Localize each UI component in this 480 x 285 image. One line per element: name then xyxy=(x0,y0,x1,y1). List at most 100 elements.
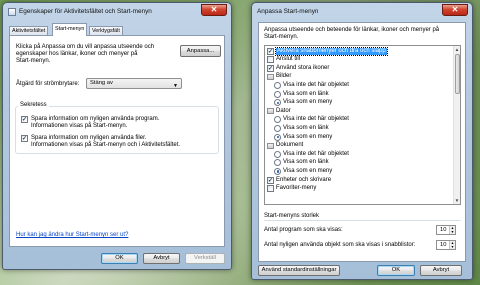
option-radio[interactable] xyxy=(274,124,281,132)
recent-items-label: Antal nyligen använda objekt som ska vis… xyxy=(264,242,416,248)
folder-icon xyxy=(267,73,274,80)
option-row: Bilder xyxy=(265,73,455,81)
option-label: Visa som en meny xyxy=(283,167,333,174)
window-title: Egenskaper för Aktivitetsfältet och Star… xyxy=(19,8,152,15)
intro-line-2: egenskaper hos länkar, ikoner och menyer… xyxy=(16,51,138,57)
size-group-divider xyxy=(264,220,461,221)
tab-taskbar[interactable]: Aktivitetsfältet xyxy=(9,26,49,35)
option-checkbox[interactable] xyxy=(267,56,274,64)
store-recent-files-line-2: Informationen visas på Start-menyn och i… xyxy=(31,142,181,148)
size-group-label: Start-menyns storlek xyxy=(264,213,320,219)
option-label: Visa som en meny xyxy=(283,133,333,140)
recent-programs-label: Antal program som ska visas: xyxy=(264,227,343,233)
option-label: Visa som en länk xyxy=(283,90,329,97)
option-row[interactable]: Visa som en meny xyxy=(265,99,455,107)
store-recent-programs-line-1: Spara information om nyligen använda pro… xyxy=(31,116,160,122)
store-recent-programs-line-2: Informationen visas på Start-menyn. xyxy=(31,123,128,129)
ok-button[interactable]: OK xyxy=(377,265,415,276)
close-button[interactable]: ✕ xyxy=(442,4,468,16)
option-row[interactable]: Favoriter-meny xyxy=(265,185,455,193)
title-bar[interactable]: Egenskaper för Aktivitetsfältet och Star… xyxy=(3,3,231,21)
start-menu-options-list[interactable]: ✓ Aktivera snabbmenyer och dra och släpp A… xyxy=(264,45,461,205)
option-row[interactable]: Visa som en länk xyxy=(265,90,455,98)
option-row[interactable]: Anslut till xyxy=(265,56,455,64)
title-bar[interactable]: Anpassa Start-menyn ✕ xyxy=(252,3,472,21)
taskbar-properties-window: Egenskaper för Aktivitetsfältet och Star… xyxy=(2,2,232,270)
folder-icon xyxy=(267,142,274,149)
option-label: Visa inte det här objektet xyxy=(283,116,349,123)
start-menu-tab-panel: Klicka på Anpassa om du vill anpassa uts… xyxy=(9,35,225,247)
power-button-label: Åtgärd för strömbrytare: xyxy=(16,81,80,87)
option-label: Bilder xyxy=(276,73,292,80)
cancel-button[interactable]: Avbryt xyxy=(143,253,180,264)
scroll-thumb[interactable] xyxy=(454,54,460,94)
recent-programs-spinner[interactable]: 10 ▲ ▼ xyxy=(436,225,456,235)
option-radio[interactable] xyxy=(274,99,281,107)
option-row[interactable]: Visa inte det här objektet xyxy=(265,81,455,89)
store-recent-files-line-1: Spara information om nyligen använda fil… xyxy=(31,135,147,141)
option-label: Favoriter-meny xyxy=(276,185,317,192)
spinner-arrows-icon[interactable]: ▲ ▼ xyxy=(449,226,455,234)
option-row[interactable]: Visa inte det här objektet xyxy=(265,150,455,158)
scroll-up-icon[interactable]: ▲ xyxy=(454,46,460,53)
window-title: Anpassa Start-menyn xyxy=(257,8,319,15)
apply-button[interactable]: Verkställ xyxy=(185,253,225,264)
option-radio[interactable] xyxy=(274,150,281,158)
spinner-arrows-icon[interactable]: ▲ ▼ xyxy=(449,241,455,249)
option-radio[interactable] xyxy=(274,90,281,98)
customize-start-menu-window: Anpassa Start-menyn ✕ Anpassa utseende o… xyxy=(251,2,473,280)
close-button[interactable]: ✕ xyxy=(201,4,227,16)
store-recent-programs-checkbox[interactable]: ✓ xyxy=(21,116,28,123)
option-row[interactable]: Visa som en länk xyxy=(265,124,455,132)
intro-line-1: Klicka på Anpassa om du vill anpassa uts… xyxy=(16,44,155,50)
option-row[interactable]: Visa som en meny xyxy=(265,167,455,175)
option-checkbox[interactable]: ✓ xyxy=(267,47,274,55)
option-row[interactable]: Visa som en meny xyxy=(265,133,455,141)
option-row[interactable]: Visa inte det här objektet xyxy=(265,116,455,124)
tab-toolbars[interactable]: Verktygsfält xyxy=(89,26,123,35)
option-radio[interactable] xyxy=(274,167,281,175)
cancel-button[interactable]: Avbryt xyxy=(420,265,462,276)
option-row[interactable]: ✓ Använd stora ikoner xyxy=(265,64,455,72)
option-label: Anslut till xyxy=(276,56,301,63)
option-label: Visa som en länk xyxy=(283,124,329,131)
option-label: Dator xyxy=(276,107,291,114)
list-scrollbar[interactable]: ▲ ▼ xyxy=(453,46,460,204)
option-label: Visa inte det här objektet xyxy=(283,81,349,88)
recent-programs-value: 10 xyxy=(440,227,447,233)
option-row[interactable]: Visa som en länk xyxy=(265,159,455,167)
option-checkbox[interactable]: ✓ xyxy=(267,176,274,184)
window-icon xyxy=(8,8,16,16)
scroll-down-icon[interactable]: ▼ xyxy=(454,197,460,204)
use-default-settings-button[interactable]: Använd standardinställningar xyxy=(258,265,340,276)
recent-items-spinner[interactable]: 10 ▲ ▼ xyxy=(436,240,456,250)
intro-line-2: Start-menyn. xyxy=(264,34,299,40)
customize-panel: Anpassa utseende och beteende för länkar… xyxy=(258,22,466,262)
ok-button[interactable]: OK xyxy=(101,253,138,264)
option-radio[interactable] xyxy=(274,116,281,124)
option-label: Dokument xyxy=(276,142,304,149)
option-radio[interactable] xyxy=(274,133,281,141)
option-label: Enheter och skrivare xyxy=(276,176,332,183)
option-row[interactable]: ✓ Aktivera snabbmenyer och dra och släpp xyxy=(265,46,455,56)
option-label: Visa som en länk xyxy=(283,159,329,166)
customize-button[interactable]: Anpassa... xyxy=(180,45,221,57)
power-action-select[interactable]: Stäng av ▼ xyxy=(86,78,182,89)
help-link[interactable]: Hur kan jag ändra hur Start-menyn ser ut… xyxy=(16,232,128,239)
option-checkbox[interactable] xyxy=(267,185,274,193)
privacy-group-label: Sekretess xyxy=(18,102,49,108)
option-radio[interactable] xyxy=(274,81,281,89)
intro-line-3: Start-menyn. xyxy=(16,58,51,64)
recent-items-value: 10 xyxy=(440,242,447,248)
option-label: Använd stora ikoner xyxy=(276,64,330,71)
folder-icon xyxy=(267,108,274,115)
tab-start-menu[interactable]: Start-menyn xyxy=(52,23,88,36)
option-checkbox[interactable]: ✓ xyxy=(267,64,274,72)
option-label: Visa inte det här objektet xyxy=(283,150,349,157)
option-radio[interactable] xyxy=(274,159,281,167)
intro-line-1: Anpassa utseende och beteende för länkar… xyxy=(264,27,440,33)
chevron-down-icon: ▼ xyxy=(173,83,178,89)
option-row[interactable]: ✓ Enheter och skrivare xyxy=(265,176,455,184)
store-recent-files-checkbox[interactable]: ✓ xyxy=(21,135,28,142)
option-row: Dator xyxy=(265,107,455,115)
